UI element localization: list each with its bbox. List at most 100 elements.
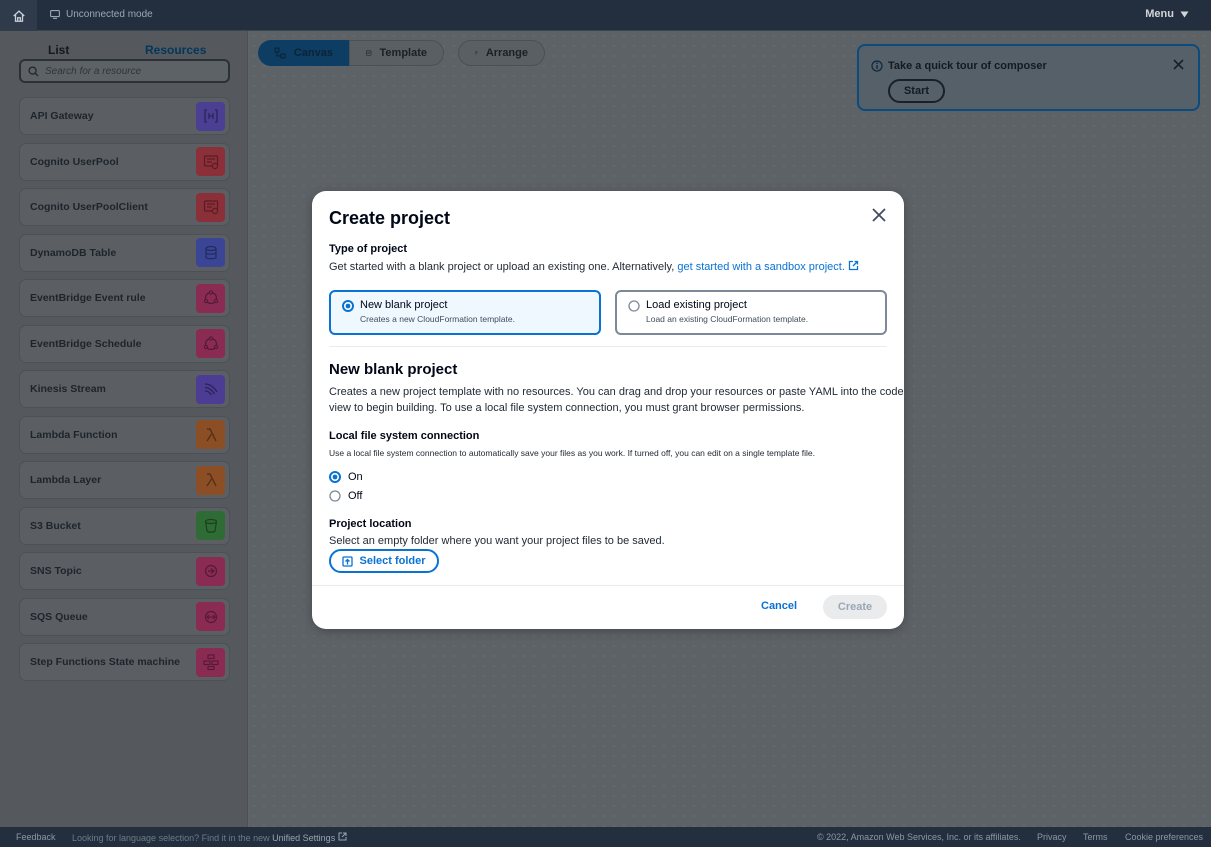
tab-resources[interactable]: Resources <box>145 43 206 57</box>
lfs-description: Use a local file system connection to au… <box>329 448 816 458</box>
resource-label: Kinesis Stream <box>30 383 106 395</box>
resource-label: Lambda Layer <box>30 474 102 486</box>
create-button[interactable]: Create <box>823 595 887 619</box>
terms-link[interactable]: Terms <box>1083 832 1108 842</box>
new-blank-project-option[interactable]: New blank project Creates a new CloudFor… <box>329 290 601 335</box>
lambda-icon <box>196 420 225 449</box>
view-canvas-button[interactable]: Canvas <box>258 40 349 66</box>
start-tour-button[interactable]: Start <box>888 79 945 103</box>
eventbridge-rule-icon <box>196 283 225 313</box>
section-title: New blank project <box>329 361 458 378</box>
list-item[interactable]: Kinesis Stream <box>19 370 230 408</box>
list-item[interactable]: DynamoDB Table <box>19 233 230 272</box>
resource-label: S3 Bucket <box>30 519 81 532</box>
radio-unselected[interactable] <box>628 300 640 312</box>
canvas-label: Canvas <box>293 47 333 59</box>
api-gateway-icon <box>196 101 225 131</box>
tour-notification: Take a quick tour of composer Start <box>857 44 1200 111</box>
type-of-project-text: Get started with a blank project or uplo… <box>329 260 859 273</box>
feedback-link[interactable]: Feedback <box>16 832 56 842</box>
type-of-project-heading: Type of project <box>329 243 408 255</box>
copyright: © 2022, Amazon Web Services, Inc. or its… <box>817 832 1021 842</box>
connection-mode-label: Unconnected mode <box>66 9 153 20</box>
list-item[interactable]: Cognito UserPoolClient <box>19 188 230 226</box>
cognito-userpoolclient-icon <box>196 192 225 222</box>
home-button[interactable] <box>0 0 37 31</box>
menu-button[interactable]: Menu <box>1145 8 1189 20</box>
resource-label: Cognito UserPoolClient <box>30 201 148 213</box>
list-item[interactable]: EventBridge Event rule <box>19 279 230 317</box>
search-icon <box>28 65 39 77</box>
type-of-project-description: Get started with a blank project or uplo… <box>329 261 675 273</box>
resource-label: EventBridge Schedule <box>30 337 142 350</box>
resource-label: EventBridge Event rule <box>30 292 146 304</box>
resource-label: Lambda Function <box>30 428 118 441</box>
list-item[interactable]: Lambda Layer <box>19 461 230 499</box>
view-template-button[interactable]: Template <box>349 40 444 66</box>
step-functions-icon <box>196 647 225 677</box>
cancel-button[interactable]: Cancel <box>761 600 797 612</box>
caret-down-icon <box>1180 11 1189 17</box>
upload-folder-icon <box>342 555 354 567</box>
tour-title: Take a quick tour of composer <box>888 60 1047 72</box>
close-icon[interactable] <box>871 207 887 223</box>
resource-label: Cognito UserPool <box>30 155 119 168</box>
project-location-heading: Project location <box>329 518 412 530</box>
kinesis-icon <box>196 374 225 404</box>
list-item[interactable]: Step Functions State machine <box>19 643 230 681</box>
project-location-text: Select an empty folder where you want yo… <box>329 535 665 547</box>
arrange-icon <box>475 51 478 55</box>
list-item[interactable]: SNS Topic <box>19 552 230 590</box>
option-label: New blank project <box>360 299 448 311</box>
create-project-modal: Create project Type of project Get start… <box>312 191 904 629</box>
radio-selected[interactable] <box>342 300 354 312</box>
modal-footer-divider <box>312 585 904 586</box>
sandbox-link[interactable]: get started with a sandbox project. <box>677 261 845 273</box>
list-item[interactable]: S3 Bucket <box>19 506 230 545</box>
list-item[interactable]: API Gateway <box>19 97 230 135</box>
list-item[interactable]: EventBridge Schedule <box>19 324 230 363</box>
language-notice: Looking for language selection? Find it … <box>72 832 347 843</box>
resource-label: SQS Queue <box>30 610 88 623</box>
resource-label: API Gateway <box>30 110 94 122</box>
lfs-on-label: On <box>348 471 363 483</box>
radio-selected[interactable] <box>329 471 341 483</box>
close-icon[interactable] <box>1173 59 1184 70</box>
external-link-icon <box>338 832 347 840</box>
cognito-userpool-icon <box>196 147 225 176</box>
list-item[interactable]: SQS Queue <box>19 597 230 636</box>
resource-search[interactable] <box>19 59 230 83</box>
privacy-link[interactable]: Privacy <box>1037 832 1067 842</box>
template-label: Template <box>379 47 427 59</box>
search-input[interactable] <box>45 65 215 77</box>
select-folder-button[interactable]: Select folder <box>329 549 439 573</box>
unified-settings-link[interactable]: Unified Settings <box>272 833 335 843</box>
resource-list: API Gateway Cognito UserPool Cognito Use… <box>19 97 230 689</box>
dynamodb-icon <box>196 238 225 267</box>
divider <box>329 346 887 347</box>
connection-mode: Unconnected mode <box>50 9 153 20</box>
option-description: Load an existing CloudFormation template… <box>646 314 809 324</box>
sqs-queue-icon <box>196 602 225 631</box>
lfs-off-radio[interactable]: Off <box>329 490 362 502</box>
s3-bucket-icon <box>196 511 225 540</box>
section-text-line-2: view to begin building. To use a local f… <box>329 402 805 414</box>
option-label: Load existing project <box>646 299 747 311</box>
list-item[interactable]: Cognito UserPool <box>19 142 230 181</box>
cookie-preferences-link[interactable]: Cookie preferences <box>1125 832 1203 842</box>
list-item[interactable]: Lambda Function <box>19 415 230 454</box>
select-folder-label: Select folder <box>359 555 426 567</box>
radio-unselected[interactable] <box>329 490 341 502</box>
top-bar: Unconnected mode Menu <box>0 0 1211 31</box>
tab-list[interactable]: List <box>48 43 69 57</box>
arrange-label: Arrange <box>485 47 528 59</box>
lfs-on-radio[interactable]: On <box>329 471 363 483</box>
footer: Feedback Looking for language selection?… <box>0 827 1211 847</box>
load-existing-project-option[interactable]: Load existing project Load an existing C… <box>615 290 887 335</box>
section-text-line-1: Creates a new project template with no r… <box>329 386 904 398</box>
canvas-icon <box>274 47 286 59</box>
monitor-icon <box>50 10 60 19</box>
home-icon <box>12 9 25 22</box>
arrange-button[interactable]: Arrange <box>458 40 545 66</box>
info-icon <box>871 60 883 72</box>
